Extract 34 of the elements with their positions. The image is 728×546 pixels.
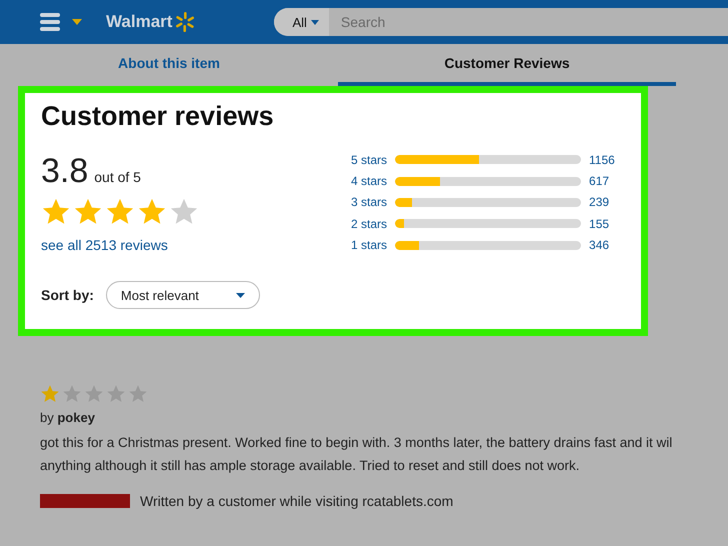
sort-label: Sort by: [41,287,94,303]
caret-icon [310,20,319,24]
star-icon [40,384,60,404]
star-filter-link[interactable]: 1 stars [351,238,388,252]
menu-icon[interactable] [40,13,60,31]
review-text-line: anything although it still has ample storage available. Tried to reset and still does not work. [40,457,580,475]
star-icon [106,384,126,404]
star-icon [84,384,104,404]
rating-value: 3.8 [41,152,88,191]
review-author: by pokey [40,410,96,425]
spark-logo-icon [174,11,196,33]
search-field[interactable]: All Search [274,8,728,36]
review-text-line: got this for a Christmas present. Worked fine to begin with. 3 months later, the battery drains fast and it wil [40,434,672,452]
star-filter-link[interactable]: 5 stars [351,152,388,167]
review-count-link[interactable]: 239 [589,195,615,210]
see-all-link[interactable]: see all 2513 reviews [41,237,199,253]
panel-title: Customer reviews [41,101,275,132]
review-source: Written by a customer while visiting rcatablets.com [140,493,454,509]
rating-scale: out of 5 [94,169,141,185]
star-filter-link[interactable]: 3 stars [351,195,388,210]
caret-icon [236,292,245,298]
review-count-link[interactable]: 1156 [589,152,615,167]
sort-dropdown[interactable]: Most relevant [106,281,260,309]
review-count-link[interactable]: 617 [589,174,615,188]
brand-name[interactable]: Walmart [106,12,172,32]
star-filter-link[interactable]: 2 stars [351,216,388,231]
review-count-link[interactable]: 346 [589,238,615,252]
star-filter-link[interactable]: 4 stars [351,174,388,188]
caret-icon[interactable] [72,19,82,25]
star-icon [128,384,148,404]
review-count-link[interactable]: 155 [589,216,615,231]
scope-dropdown[interactable]: All [274,8,329,36]
tab[interactable]: About this item [0,44,338,86]
star-icon [62,384,82,404]
